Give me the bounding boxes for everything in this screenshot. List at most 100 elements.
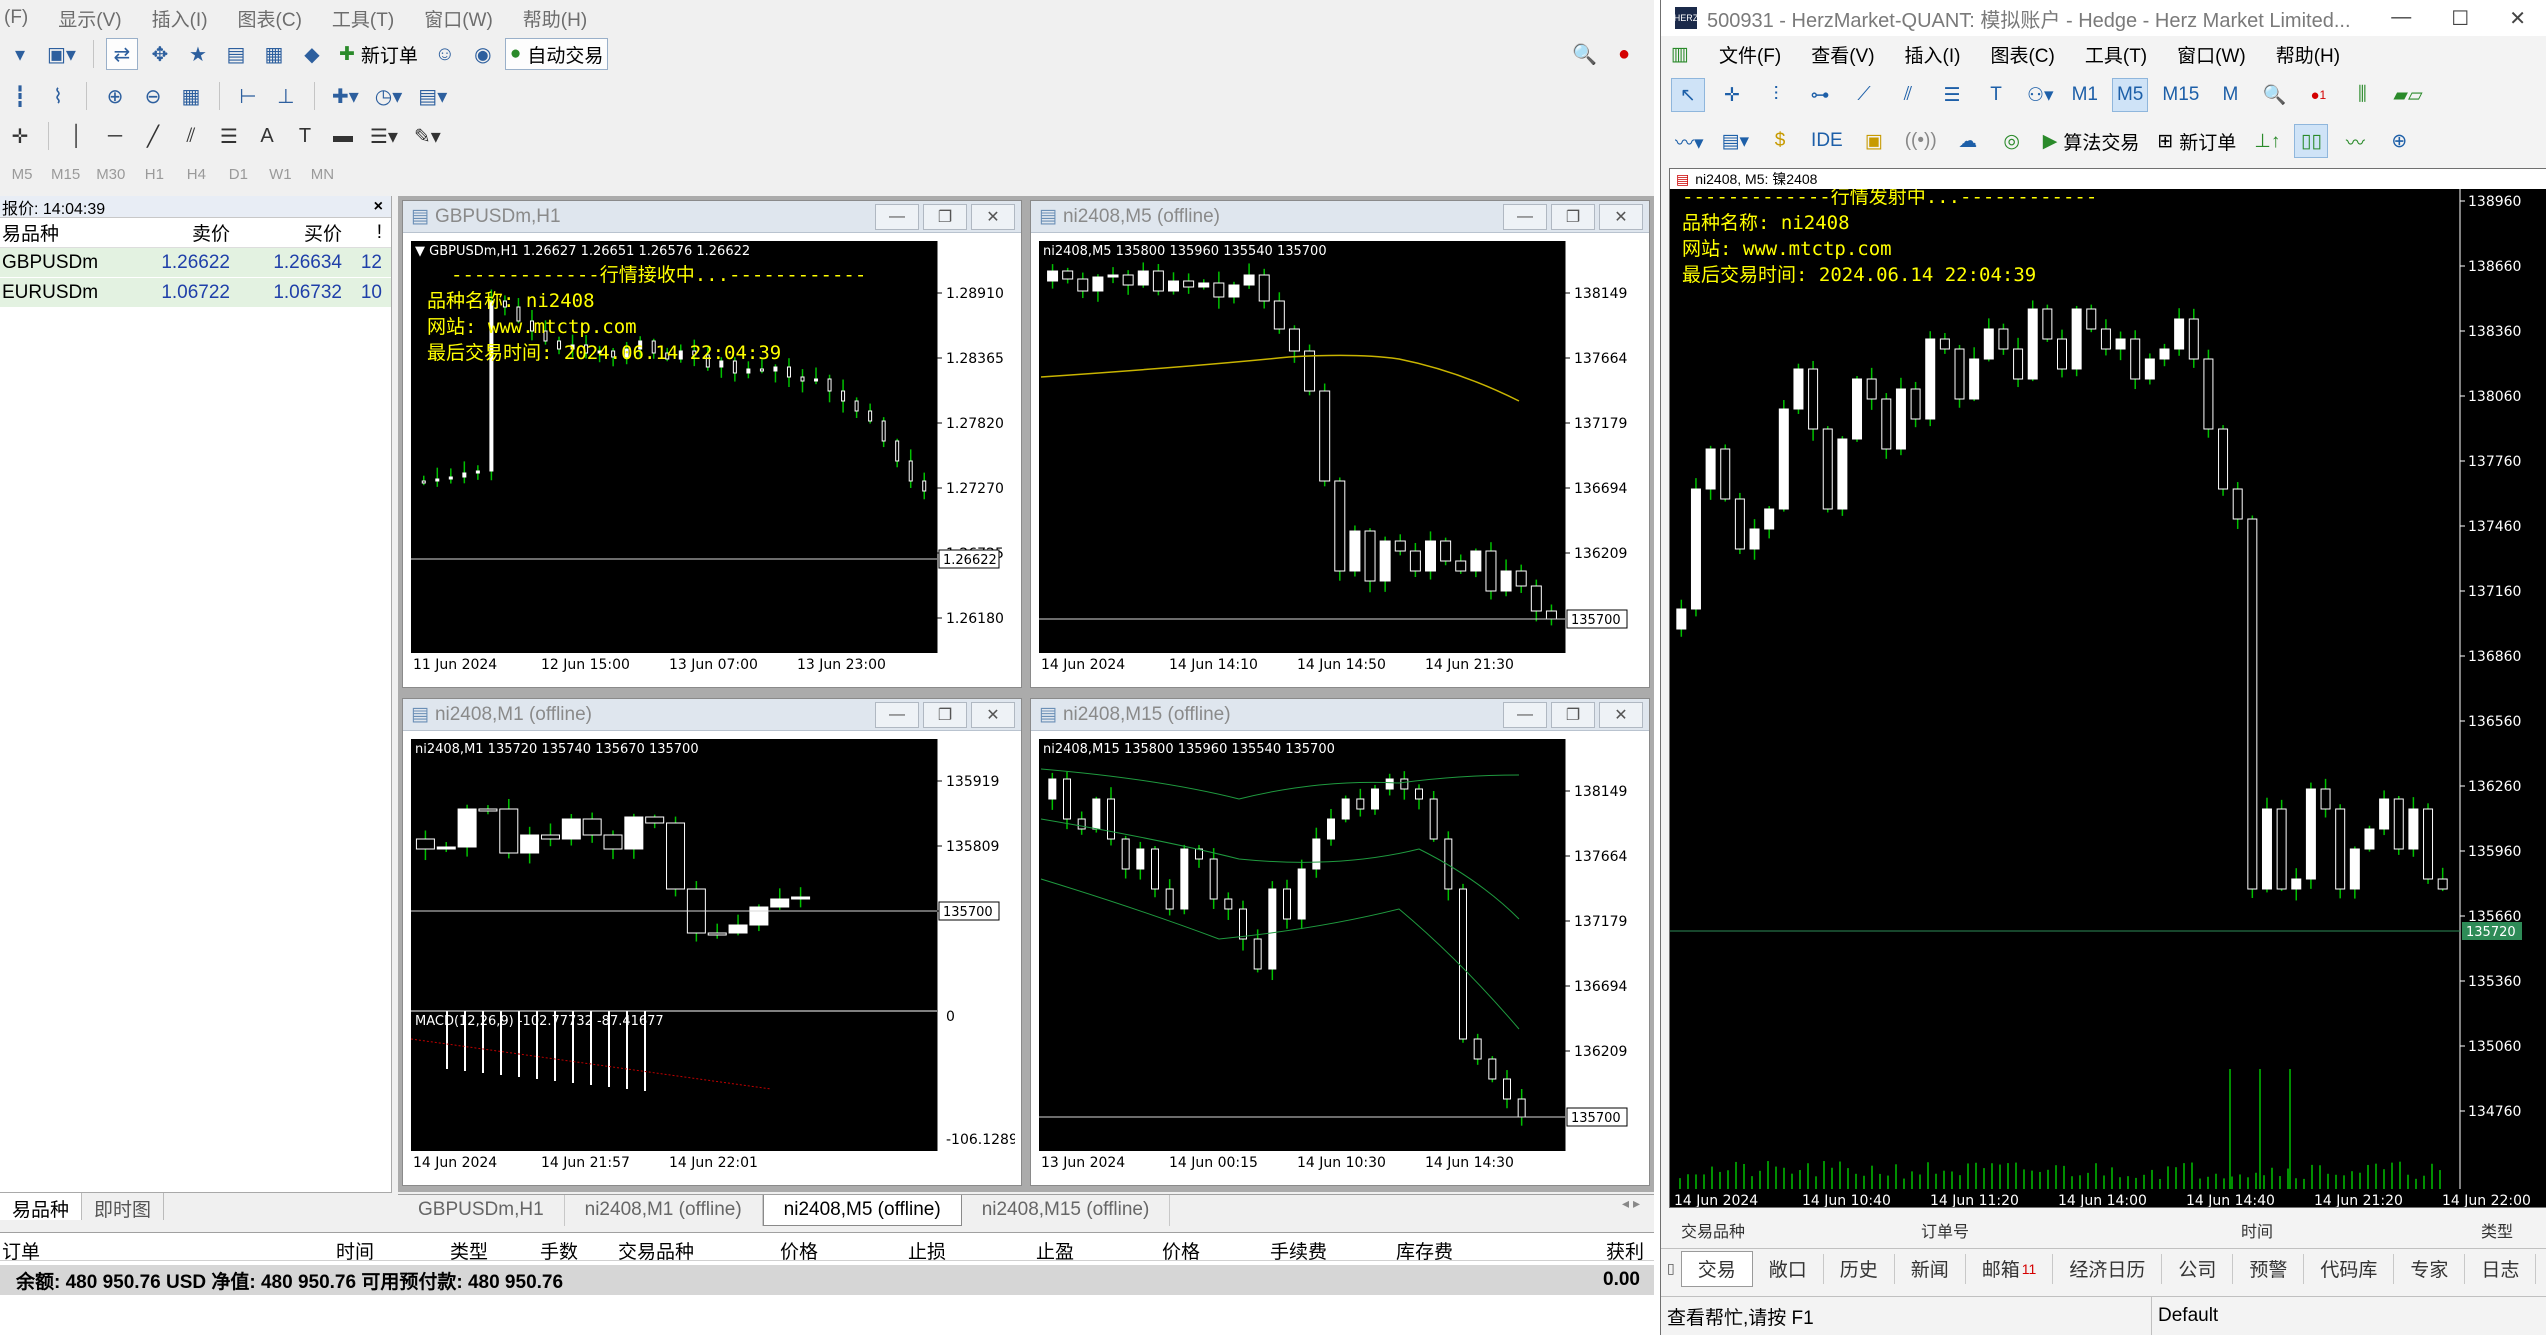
column-bid[interactable]: 卖价 <box>120 219 230 246</box>
chart-window-titlebar[interactable]: ▤ ni2408,M1 (offline) — ❐ ✕ <box>403 699 1021 731</box>
chart-tab[interactable]: ni2408,M1 (offline) <box>565 1195 763 1226</box>
indicators-icon[interactable]: 〰▾ <box>1671 124 1708 158</box>
templates-icon[interactable]: ▤▾ <box>1718 124 1754 158</box>
column-symbol[interactable]: 易品种 <box>0 219 120 246</box>
timeframe-w1[interactable]: W1 <box>262 158 298 190</box>
tab-exposure[interactable]: 敞口 <box>1753 1253 1824 1284</box>
column-order[interactable]: 订单 <box>2 1237 40 1264</box>
minimize-icon[interactable]: — <box>1503 203 1547 230</box>
new-order-button[interactable]: ⊞ 新订单 <box>2153 124 2240 158</box>
terminal-icon[interactable]: ▤ <box>220 38 252 70</box>
zoom-in-icon[interactable]: ⊕ <box>2382 124 2416 158</box>
market-icon[interactable]: ▣ <box>1857 124 1891 158</box>
chart-canvas[interactable]: ▼ GBPUSDm,H1 1.26627 1.26651 1.26576 1.2… <box>411 241 1015 681</box>
options-icon[interactable]: ◉ <box>467 38 499 70</box>
column-ask[interactable]: 买价 <box>230 219 342 246</box>
bar-chart-icon[interactable]: ┇ <box>4 80 36 112</box>
profiles-icon[interactable]: ▣▾ <box>42 38 81 70</box>
close-icon[interactable]: ✕ <box>1599 203 1643 230</box>
column-spread[interactable]: ! <box>342 222 382 244</box>
menu-window[interactable]: 窗口(W) <box>2177 41 2246 68</box>
menu-view[interactable]: 查看(V) <box>1811 41 1874 68</box>
timeframe-h1[interactable]: H1 <box>136 158 172 190</box>
timeframe-mn[interactable]: MN <box>304 158 340 190</box>
channel-icon[interactable]: ⫽ <box>1891 78 1925 112</box>
column-swap[interactable]: 库存费 <box>1396 1237 1453 1264</box>
menu-insert[interactable]: 插入(I) <box>152 5 208 32</box>
tab-alerts[interactable]: 预警 <box>2233 1253 2305 1284</box>
chart-canvas[interactable]: ni2408,M15 135800 135960 135540 135700 13… <box>1039 739 1643 1179</box>
timeframe-more[interactable]: M <box>2213 78 2247 112</box>
tab-company[interactable]: 公司 <box>2162 1253 2234 1284</box>
strategy-icon[interactable]: ◆ <box>296 38 328 70</box>
column-volume[interactable]: 手数 <box>540 1237 578 1264</box>
horizontal-line-icon[interactable]: ⊶ <box>1803 78 1837 112</box>
tile-windows-icon[interactable]: ▦ <box>175 80 207 112</box>
chart-tab[interactable]: ni2408,M15 (offline) <box>962 1195 1171 1226</box>
community-icon[interactable]: ◎ <box>1995 124 2029 158</box>
timeframe-d1[interactable]: D1 <box>220 158 256 190</box>
tab-symbols[interactable]: 易品种 <box>0 1193 83 1221</box>
bar-chart-icon[interactable]: ⊥↑ <box>2250 124 2284 158</box>
chart-window-titlebar[interactable]: ▤ GBPUSDm,H1 — ❐ ✕ <box>403 201 1021 233</box>
crosshair-icon[interactable]: ✛ <box>1715 78 1749 112</box>
column-symbol[interactable]: 交易品种 <box>1681 1218 1745 1240</box>
arrow-icon[interactable]: ▬ <box>327 120 359 152</box>
horizontal-line-icon[interactable]: ─ <box>99 120 131 152</box>
vertical-line-icon[interactable]: ⫶ <box>1759 78 1793 112</box>
maximize-icon[interactable]: ☐ <box>2451 6 2469 31</box>
menu-tools[interactable]: 工具(T) <box>2085 41 2147 68</box>
tab-calendar[interactable]: 经济日历 <box>2053 1253 2163 1284</box>
chart-canvas[interactable]: ni2408,M1 135720 135740 135670 135700 MAC… <box>411 739 1015 1179</box>
chart-canvas[interactable]: ni2408,M5 135800 135960 135540 135700 138… <box>1039 241 1643 681</box>
indicators-icon[interactable]: ✚▾ <box>327 80 364 112</box>
navigator-icon[interactable]: ★ <box>182 38 214 70</box>
menu-help[interactable]: 帮助(H) <box>2276 41 2340 68</box>
timeframe-m5[interactable]: M5 <box>2111 78 2149 112</box>
menu-tools[interactable]: 工具(T) <box>332 5 394 32</box>
line-chart-icon[interactable]: ⌇ <box>42 80 74 112</box>
column-time[interactable]: 时间 <box>2241 1218 2273 1240</box>
algo-trading-button[interactable]: ▶ 算法交易 <box>2039 124 2144 158</box>
timeframe-m15[interactable]: M15 <box>2158 78 2203 112</box>
search-icon[interactable]: 🔍 <box>1567 38 1602 70</box>
status-profile[interactable]: Default <box>2151 1296 2218 1335</box>
fibonacci-icon[interactable]: ☰ <box>213 120 245 152</box>
tab-code-base[interactable]: 代码库 <box>2304 1253 2395 1284</box>
chart-window-titlebar[interactable]: ▤ ni2408,M15 (offline) — ❐ ✕ <box>1031 699 1649 731</box>
timeframe-m30[interactable]: M30 <box>91 158 130 190</box>
close-icon[interactable]: ✕ <box>971 203 1015 230</box>
restore-icon[interactable]: ❐ <box>923 203 967 230</box>
notification-icon[interactable]: ● <box>1608 38 1640 70</box>
close-icon[interactable]: ✕ <box>2509 6 2526 31</box>
tester-icon[interactable]: ▦ <box>258 38 290 70</box>
restore-icon[interactable]: ❐ <box>1551 701 1595 728</box>
column-ticket[interactable]: 订单号 <box>1921 1218 1969 1240</box>
deposit-icon[interactable]: $ <box>1763 124 1797 158</box>
tab-journal[interactable]: 日志 <box>2465 1253 2537 1284</box>
minimize-icon[interactable]: — <box>875 701 919 728</box>
timeframe-m1[interactable]: M1 <box>2068 78 2102 112</box>
mt5-chart-window[interactable]: ▤ ni2408, M5: 镍2408 -------------行情发射中..… <box>1669 168 2546 1208</box>
tab-news[interactable]: 新闻 <box>1895 1253 1966 1284</box>
timeframe-m15[interactable]: M15 <box>46 158 85 190</box>
data-window-icon[interactable]: ✥ <box>144 38 176 70</box>
column-time[interactable]: 时间 <box>336 1237 374 1264</box>
app-menu-icon[interactable]: ▥ <box>1671 43 1689 66</box>
close-icon[interactable]: ✕ <box>1599 701 1643 728</box>
column-type[interactable]: 类型 <box>2481 1218 2513 1240</box>
tab-mailbox[interactable]: 邮箱 11 <box>1966 1253 2054 1284</box>
trendline-icon[interactable]: ⟋ <box>1847 78 1881 112</box>
text-icon[interactable]: T <box>1979 78 2013 112</box>
text-label-icon[interactable]: T <box>289 120 321 152</box>
ide-button[interactable]: IDE <box>1807 124 1847 158</box>
column-symbol[interactable]: 交易品种 <box>618 1237 694 1264</box>
timeframe-h4[interactable]: H4 <box>178 158 214 190</box>
minimize-icon[interactable]: — <box>1503 701 1547 728</box>
metaeditor-icon[interactable]: ☺ <box>429 38 461 70</box>
restore-icon[interactable]: ❐ <box>923 701 967 728</box>
cursor-icon[interactable]: ↖ <box>1671 78 1705 112</box>
tab-trade[interactable]: 交易 <box>1680 1250 1753 1287</box>
line-chart-icon[interactable]: 〰 <box>2338 124 2372 158</box>
trendline-icon[interactable]: ╱ <box>137 120 169 152</box>
